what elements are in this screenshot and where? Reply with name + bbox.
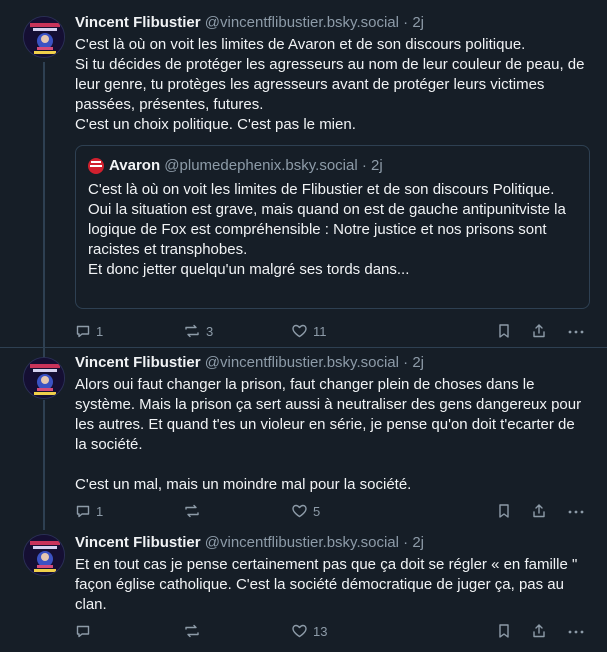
bookmark-icon [499, 324, 509, 338]
share-icon [533, 324, 545, 338]
reply-icon [76, 625, 90, 638]
author-handle[interactable]: @vincentflibustier.bsky.social [205, 14, 399, 31]
more-button[interactable] [567, 621, 585, 641]
post[interactable]: Vincent Flibustier @vincentflibustier.bs… [0, 0, 607, 347]
repost-button[interactable]: 3 [183, 321, 213, 341]
like-button[interactable]: 11 [291, 321, 327, 341]
post-text: C'est là où on voit les limites de Avaro… [75, 36, 585, 133]
quote-text: C'est là où on voit les limites de Flibu… [88, 181, 566, 278]
post-text: Et en tout cas je pense certainement pas… [75, 556, 578, 613]
post-header: Vincent Flibustier @vincentflibustier.bs… [75, 353, 424, 373]
like-count: 5 [313, 503, 321, 519]
quote-header: Avaron @plumedephenix.bsky.social · 2j [88, 156, 577, 176]
author-handle[interactable]: @vincentflibustier.bsky.social [205, 534, 399, 551]
heart-icon [292, 624, 307, 638]
share-button[interactable] [531, 321, 547, 341]
more-icon [568, 510, 584, 514]
bookmark-button[interactable] [497, 501, 511, 521]
repost-button[interactable] [183, 501, 206, 521]
like-count: 13 [313, 623, 328, 639]
separator: · [403, 534, 409, 551]
separator: · [403, 354, 409, 371]
author-name[interactable]: Vincent Flibustier [75, 354, 201, 371]
separator: · [361, 157, 367, 174]
like-button[interactable]: 13 [291, 621, 327, 641]
post-header: Vincent Flibustier @vincentflibustier.bs… [75, 533, 424, 553]
heart-icon [292, 504, 307, 518]
post[interactable]: Vincent Flibustier @vincentflibustier.bs… [0, 348, 607, 525]
reply-button[interactable]: 1 [75, 501, 103, 521]
reply-icon [76, 325, 90, 338]
avatar[interactable] [23, 534, 65, 576]
post-actions: 1 3 11 [75, 321, 590, 341]
post-time[interactable]: 2j [412, 14, 424, 31]
share-button[interactable] [531, 621, 547, 641]
author-name[interactable]: Vincent Flibustier [75, 534, 201, 551]
share-icon [533, 624, 545, 638]
repost-count: 3 [206, 323, 214, 339]
bookmark-button[interactable] [497, 321, 511, 341]
separator: · [403, 14, 409, 31]
post-header: Vincent Flibustier @vincentflibustier.bs… [75, 13, 424, 33]
bookmark-button[interactable] [497, 621, 511, 641]
share-button[interactable] [531, 501, 547, 521]
post-time[interactable]: 2j [412, 354, 424, 371]
repost-icon [185, 324, 199, 338]
quote-avatar [88, 158, 104, 174]
avatar[interactable] [23, 357, 65, 399]
more-button[interactable] [567, 501, 585, 521]
reply-button[interactable] [75, 621, 96, 641]
like-count: 11 [313, 323, 327, 339]
post-actions: 13 [75, 621, 590, 641]
repost-button[interactable] [183, 621, 206, 641]
more-icon [568, 330, 584, 334]
repost-icon [185, 504, 199, 518]
post[interactable]: Vincent Flibustier @vincentflibustier.bs… [0, 530, 607, 652]
author-name[interactable]: Vincent Flibustier [75, 14, 201, 31]
quote-time: 2j [371, 157, 383, 174]
reply-count: 1 [96, 503, 104, 519]
post-actions: 1 5 [75, 501, 590, 521]
more-icon [568, 630, 584, 634]
quote-post[interactable]: Avaron @plumedephenix.bsky.social · 2j C… [75, 145, 590, 309]
bookmark-icon [499, 624, 509, 638]
heart-icon [292, 324, 307, 338]
like-button[interactable]: 5 [291, 501, 320, 521]
bookmark-icon [499, 504, 509, 518]
reply-icon [76, 505, 90, 518]
quote-author-handle: @plumedephenix.bsky.social [164, 157, 358, 174]
share-icon [533, 504, 545, 518]
post-text: Alors oui faut changer la prison, faut c… [75, 376, 582, 493]
author-handle[interactable]: @vincentflibustier.bsky.social [205, 354, 399, 371]
quote-author-name: Avaron [109, 157, 161, 174]
reply-button[interactable]: 1 [75, 321, 103, 341]
repost-icon [185, 624, 199, 638]
avatar[interactable] [23, 16, 65, 58]
reply-count: 1 [96, 323, 104, 339]
more-button[interactable] [567, 321, 585, 341]
post-time[interactable]: 2j [412, 534, 424, 551]
